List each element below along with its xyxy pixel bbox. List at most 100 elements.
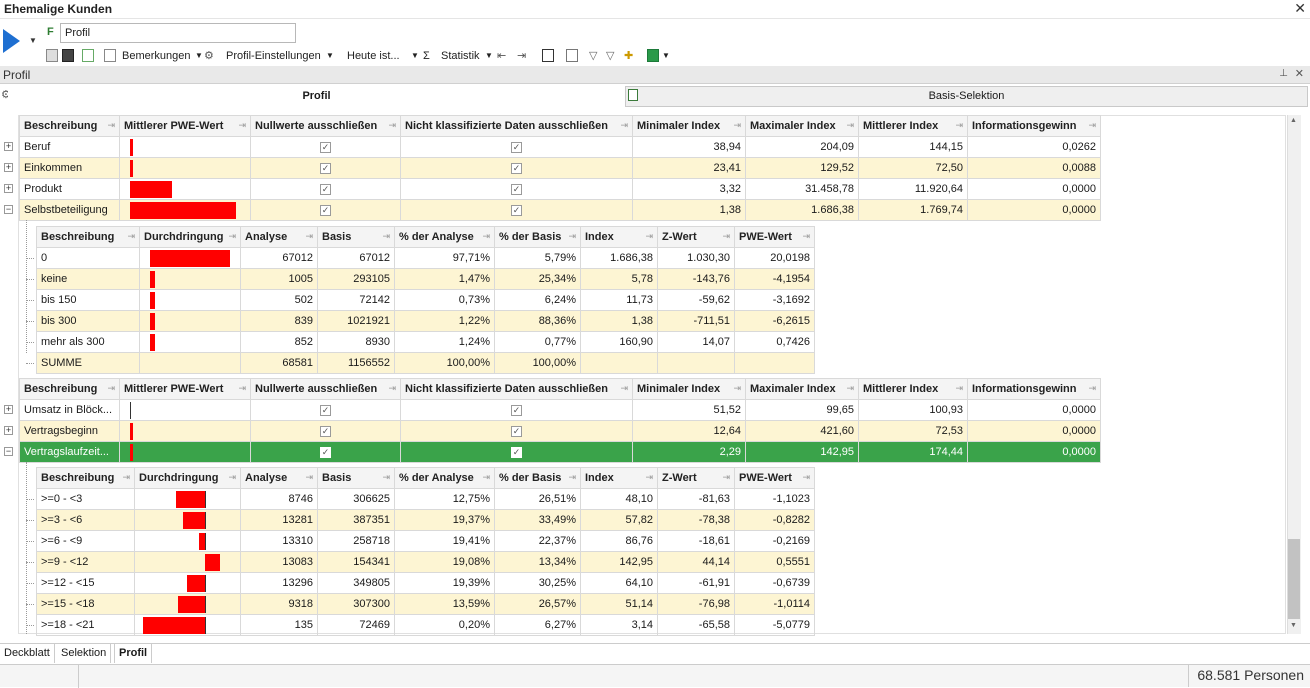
column-header[interactable]: Minimaler Index ⇥ bbox=[632, 378, 746, 400]
remarks-button[interactable]: Bemerkungen bbox=[122, 48, 191, 64]
tab-basis-selektion[interactable]: Basis-Selektion bbox=[625, 86, 1308, 107]
column-header[interactable]: Beschreibung ⇥ bbox=[36, 226, 140, 248]
settings-icon[interactable]: ⚙ bbox=[204, 48, 214, 64]
column-pin-icon[interactable]: ⇥ bbox=[645, 472, 653, 483]
table-row[interactable]: + Einkommen ✓ ✓ 23,41 129,52 72,50 0,0088 bbox=[4, 157, 1101, 179]
column-header[interactable]: % der Analyse ⇥ bbox=[394, 226, 495, 248]
column-header[interactable]: Informationsgewinn ⇥ bbox=[967, 115, 1101, 137]
column-header[interactable]: Nullwerte ausschließen ⇥ bbox=[250, 115, 401, 137]
table-row[interactable]: − Vertragslaufzeit... ✓ ✓ 2,29 142,95 174,44 0,… bbox=[4, 441, 1101, 463]
column-pin-icon[interactable]: ⇥ bbox=[127, 231, 135, 242]
columns-icon[interactable] bbox=[566, 49, 578, 62]
filter-clear-icon[interactable]: ▽ bbox=[606, 48, 614, 64]
column-pin-icon[interactable]: ⇥ bbox=[482, 472, 490, 483]
column-header[interactable]: Analyse ⇥ bbox=[240, 467, 318, 489]
column-pin-icon[interactable]: ⇥ bbox=[1088, 120, 1096, 131]
column-header[interactable]: Durchdringung ⇥ bbox=[139, 226, 241, 248]
column-header[interactable]: % der Analyse ⇥ bbox=[394, 467, 495, 489]
column-pin-icon[interactable]: ⇥ bbox=[955, 383, 963, 394]
clipboard-icon[interactable] bbox=[82, 49, 94, 62]
column-pin-icon[interactable]: ⇥ bbox=[846, 120, 854, 131]
table-row[interactable]: + Umsatz in Blöck... ✓ ✓ 51,52 99,65 100,93 0,0… bbox=[4, 399, 1101, 421]
excel-dropdown-icon[interactable]: ▼ bbox=[662, 48, 670, 64]
column-header[interactable]: PWE-Wert ⇥ bbox=[734, 467, 815, 489]
indent-left-icon[interactable]: ⇤ bbox=[497, 48, 506, 64]
checkbox-check-icon[interactable]: ✓ bbox=[511, 205, 522, 216]
column-pin-icon[interactable]: ⇥ bbox=[305, 472, 313, 483]
chevron-down-icon[interactable]: ▼ bbox=[29, 36, 37, 45]
expand-icon[interactable]: + bbox=[4, 163, 13, 172]
exclude-unclassified-checkbox[interactable]: ✓ bbox=[400, 399, 633, 421]
today-button[interactable]: Heute ist... bbox=[347, 48, 400, 64]
column-pin-icon[interactable]: ⇥ bbox=[645, 231, 653, 242]
checkbox-check-icon[interactable]: ✓ bbox=[320, 426, 331, 437]
column-pin-icon[interactable]: ⇥ bbox=[382, 231, 390, 242]
column-header[interactable]: % der Basis ⇥ bbox=[494, 226, 581, 248]
statistic-button[interactable]: Statistik bbox=[441, 48, 480, 64]
profile-settings-dropdown-icon[interactable]: ▼ bbox=[326, 48, 334, 64]
lock-icon[interactable] bbox=[46, 49, 58, 62]
checkbox-check-icon[interactable]: ✓ bbox=[320, 405, 331, 416]
close-icon[interactable]: ✕ bbox=[1294, 0, 1306, 17]
column-pin-icon[interactable]: ⇥ bbox=[482, 231, 490, 242]
tab-selektion[interactable]: Selektion bbox=[57, 644, 112, 663]
column-pin-icon[interactable]: ⇥ bbox=[122, 472, 130, 483]
column-pin-icon[interactable]: ⇥ bbox=[846, 383, 854, 394]
column-pin-icon[interactable]: ⇥ bbox=[107, 383, 115, 394]
column-pin-icon[interactable]: ⇥ bbox=[388, 383, 396, 394]
column-header[interactable]: Z-Wert ⇥ bbox=[657, 226, 735, 248]
column-header[interactable]: Beschreibung ⇥ bbox=[19, 378, 120, 400]
exclude-unclassified-checkbox[interactable]: ✓ bbox=[400, 136, 633, 158]
column-pin-icon[interactable]: ⇥ bbox=[620, 120, 628, 131]
collapse-icon[interactable]: − bbox=[4, 205, 13, 214]
checkbox-check-icon[interactable]: ✓ bbox=[320, 163, 331, 174]
column-header[interactable]: Analyse ⇥ bbox=[240, 226, 318, 248]
column-header[interactable]: Maximaler Index ⇥ bbox=[745, 115, 859, 137]
tab-deckblatt[interactable]: Deckblatt bbox=[0, 644, 55, 663]
column-pin-icon[interactable]: ⇥ bbox=[388, 120, 396, 131]
column-pin-icon[interactable]: ⇥ bbox=[107, 120, 115, 131]
expand-icon[interactable]: + bbox=[4, 405, 13, 414]
column-pin-icon[interactable]: ⇥ bbox=[382, 472, 390, 483]
table-row[interactable]: − Selbstbeteiligung ✓ ✓ 1,38 1.686,38 1.769,74… bbox=[4, 199, 1101, 221]
column-pin-icon[interactable]: ⇥ bbox=[955, 120, 963, 131]
collapse-icon[interactable]: − bbox=[4, 447, 13, 456]
exclude-unclassified-checkbox[interactable]: ✓ bbox=[400, 178, 633, 200]
table-row[interactable]: + Produkt ✓ ✓ 3,32 31.458,78 11.920,64 0,0000 bbox=[4, 178, 1101, 200]
column-header[interactable]: Index ⇥ bbox=[580, 226, 658, 248]
checkbox-check-icon[interactable]: ✓ bbox=[320, 184, 331, 195]
run-play-icon[interactable] bbox=[3, 29, 20, 53]
exclude-null-checkbox[interactable]: ✓ bbox=[250, 441, 401, 463]
exclude-unclassified-checkbox[interactable]: ✓ bbox=[400, 199, 633, 221]
expand-icon[interactable]: + bbox=[4, 184, 13, 193]
table-row[interactable]: + Vertragsbeginn ✓ ✓ 12,64 421,60 72,53 0,0000 bbox=[4, 420, 1101, 442]
indent-right-icon[interactable]: ⇥ bbox=[517, 48, 526, 64]
column-pin-icon[interactable]: ⇥ bbox=[228, 472, 236, 483]
exclude-null-checkbox[interactable]: ✓ bbox=[250, 199, 401, 221]
column-pin-icon[interactable]: ⇥ bbox=[1088, 383, 1096, 394]
checkbox-check-icon[interactable]: ✓ bbox=[320, 447, 331, 458]
column-pin-icon[interactable]: ⇥ bbox=[722, 472, 730, 483]
column-pin-icon[interactable]: ⇥ bbox=[620, 383, 628, 394]
column-header[interactable]: Minimaler Index ⇥ bbox=[632, 115, 746, 137]
profile-name-input[interactable]: Profil bbox=[60, 23, 296, 43]
column-header[interactable]: PWE-Wert ⇥ bbox=[734, 226, 815, 248]
column-header[interactable]: Z-Wert ⇥ bbox=[657, 467, 735, 489]
column-pin-icon[interactable]: ⇥ bbox=[228, 231, 236, 242]
exclude-null-checkbox[interactable]: ✓ bbox=[250, 420, 401, 442]
column-pin-icon[interactable]: ⇥ bbox=[568, 472, 576, 483]
expand-icon[interactable]: + bbox=[4, 426, 13, 435]
today-dropdown-icon[interactable]: ▼ bbox=[411, 48, 419, 64]
column-pin-icon[interactable]: ⇥ bbox=[238, 383, 246, 394]
column-header[interactable]: Basis ⇥ bbox=[317, 467, 395, 489]
scrollbar-thumb[interactable] bbox=[1288, 539, 1300, 619]
profile-settings-button[interactable]: Profil-Einstellungen bbox=[226, 48, 321, 64]
column-pin-icon[interactable]: ⇥ bbox=[722, 231, 730, 242]
checkbox-check-icon[interactable]: ✓ bbox=[320, 142, 331, 153]
scroll-up-icon[interactable]: ▲ bbox=[1290, 117, 1297, 124]
remarks-dropdown-icon[interactable]: ▼ bbox=[195, 48, 203, 64]
column-header[interactable]: Informationsgewinn ⇥ bbox=[967, 378, 1101, 400]
statistic-dropdown-icon[interactable]: ▼ bbox=[485, 48, 493, 64]
column-header[interactable]: Beschreibung ⇥ bbox=[36, 467, 135, 489]
column-pin-icon[interactable]: ⇥ bbox=[238, 120, 246, 131]
